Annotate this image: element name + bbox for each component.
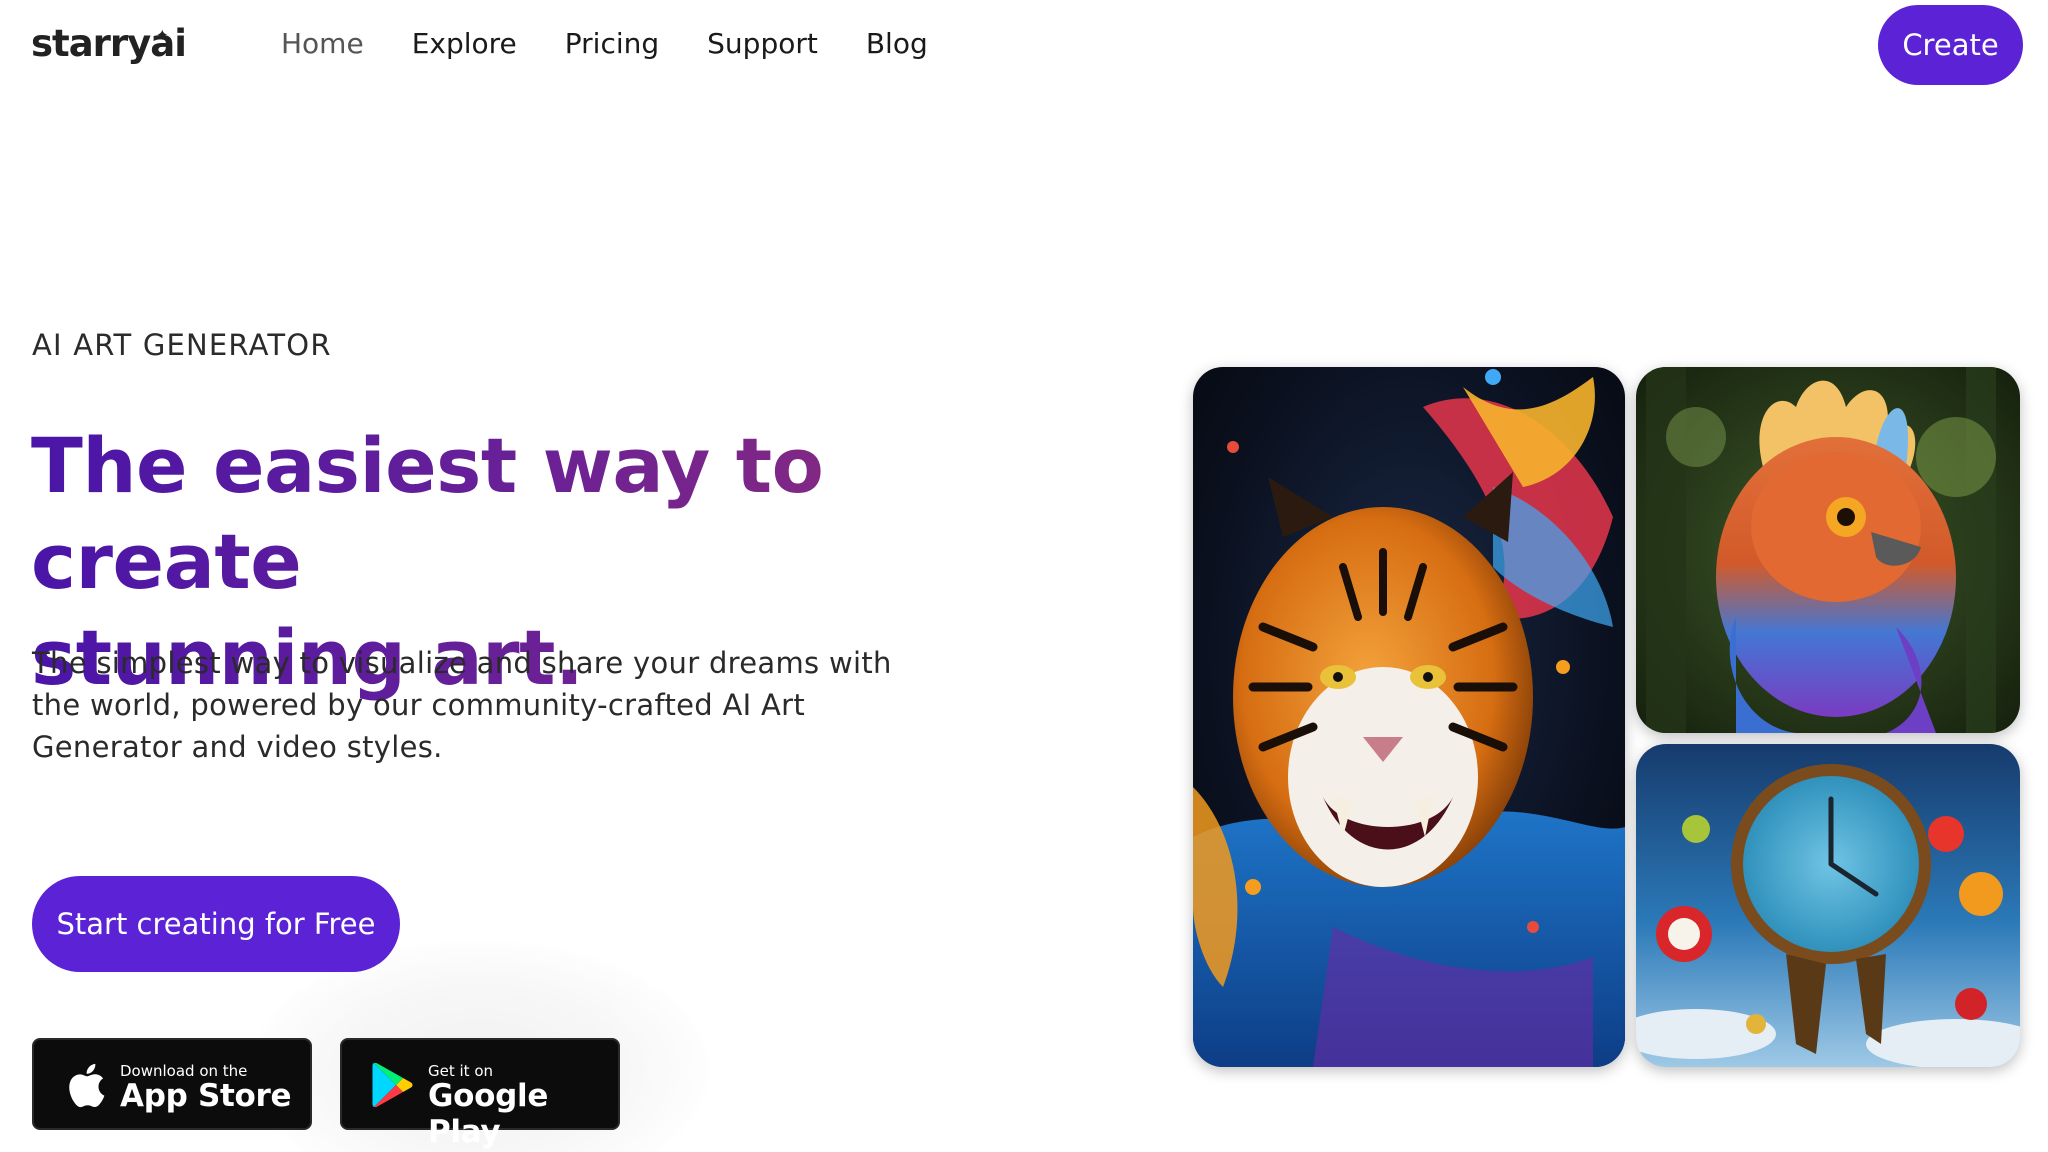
page: starryai ✦ Home Explore Pricing Support … (0, 0, 2048, 1152)
tiger-artwork (1193, 367, 1625, 1067)
nav-link-pricing[interactable]: Pricing (565, 27, 659, 60)
top-nav: starryai ✦ Home Explore Pricing Support … (0, 0, 2048, 92)
melting-clock-artwork (1636, 744, 2020, 1067)
app-store-badge[interactable]: Download on the App Store (32, 1038, 312, 1130)
google-play-badge[interactable]: Get it on Google Play (340, 1038, 620, 1150)
google-play-big-text: Google Play (428, 1078, 549, 1150)
logo-star-icon: ✦ (156, 27, 169, 44)
bird-artwork (1636, 367, 2020, 733)
apple-icon (69, 1063, 105, 1108)
hero-eyebrow: AI ART GENERATOR (32, 328, 332, 362)
app-store-big-text: App Store (120, 1078, 292, 1114)
hero-subtext: The simplest way to visualize and share … (32, 646, 892, 764)
nav-link-explore[interactable]: Explore (412, 27, 517, 60)
create-button[interactable]: Create (1878, 5, 2023, 85)
start-creating-button[interactable]: Start creating for Free (32, 876, 400, 972)
nav-link-support[interactable]: Support (707, 27, 818, 60)
google-play-icon (372, 1062, 413, 1108)
nav-links: Home Explore Pricing Support Blog (281, 27, 976, 60)
headline-line-1: The easiest way to create (31, 421, 824, 606)
nav-link-blog[interactable]: Blog (866, 27, 928, 60)
nav-link-home[interactable]: Home (281, 27, 364, 60)
